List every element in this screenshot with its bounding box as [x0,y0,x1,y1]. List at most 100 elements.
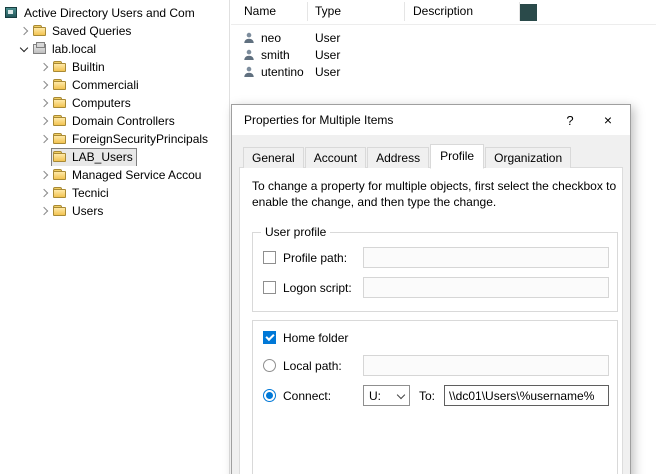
tree-item-label: Tecnici [71,186,109,200]
group-title: User profile [261,225,330,239]
column-header-type[interactable]: Type [315,4,341,18]
chevron-placeholder [36,149,52,165]
tree-item-label: lab.local [51,42,96,56]
chevron-right-icon[interactable] [36,59,52,75]
logon-script-label: Logon script: [283,281,352,295]
connect-path-input[interactable] [444,385,609,406]
tree-item-label: Saved Queries [51,24,131,38]
header-decoration-icon [520,4,537,21]
user-type: User [315,48,340,62]
chevron-right-icon[interactable] [36,113,52,129]
tree-item-foreign-security-principals[interactable]: ForeignSecurityPrincipals [0,130,229,148]
local-path-radio[interactable] [263,359,276,372]
list-header: Name Type Description [231,0,656,25]
chevron-right-icon[interactable] [36,131,52,147]
user-name: smith [261,48,290,62]
folder-icon [52,95,68,111]
connect-label: Connect: [283,389,331,403]
tab-account[interactable]: Account [305,147,366,168]
close-button[interactable]: × [590,105,626,135]
column-header-description[interactable]: Description [413,4,473,18]
logon-script-checkbox[interactable] [263,281,276,294]
chevron-right-icon[interactable] [36,185,52,201]
list-item-smith[interactable]: smith User [231,47,656,64]
folder-icon [52,149,68,165]
home-folder-label: Home folder [283,331,348,345]
connect-row: Connect: U: To: [253,385,617,407]
tree-item-managed-service-accounts[interactable]: Managed Service Accou [0,166,229,184]
list-item-neo[interactable]: neo User [231,30,656,47]
chevron-right-icon[interactable] [16,23,32,39]
user-icon [243,32,255,47]
tree-item-computers[interactable]: Computers [0,94,229,112]
profile-path-row: Profile path: [253,247,617,269]
chevron-right-icon[interactable] [36,203,52,219]
column-separator[interactable] [307,2,308,21]
home-folder-row: Home folder [253,327,617,349]
tree-item-root[interactable]: Active Directory Users and Com [0,4,229,22]
connect-radio[interactable] [263,389,276,402]
folder-icon [52,203,68,219]
tree-item-builtin[interactable]: Builtin [0,58,229,76]
tree-item-label: Builtin [71,60,105,74]
chevron-down-icon[interactable] [16,41,32,57]
home-folder-checkbox[interactable] [263,331,276,344]
tree-item-lab-local[interactable]: lab.local [0,40,229,58]
tab-description: To change a property for multiple object… [252,178,630,210]
home-folder-group: Home folder Local path: Connect: U: To: [252,320,618,474]
chevron-right-icon[interactable] [36,167,52,183]
chevron-right-icon[interactable] [36,95,52,111]
selected-tree-item[interactable]: LAB_Users [52,149,136,166]
tree-item-commerciali[interactable]: Commerciali [0,76,229,94]
local-path-label: Local path: [283,359,342,373]
list-item-utentino[interactable]: utentino User [231,64,656,81]
tree-item-lab-users[interactable]: LAB_Users [0,148,229,166]
domain-icon [32,41,48,57]
to-label: To: [419,389,435,403]
profile-path-label: Profile path: [283,251,347,265]
tree-item-saved-queries[interactable]: Saved Queries [0,22,229,40]
tab-organization[interactable]: Organization [485,147,571,168]
object-list: Name Type Description neo User smith Use… [231,0,656,104]
folder-icon [52,77,68,93]
tree-item-label: Users [71,204,103,218]
dialog-title: Properties for Multiple Items [244,113,393,127]
folder-icon [52,113,68,129]
user-type: User [315,31,340,45]
folder-icon [32,23,48,39]
console-tree: Active Directory Users and Com Saved Que… [0,0,230,474]
chevron-down-icon [397,391,405,399]
user-name: neo [261,31,281,45]
tree-item-users[interactable]: Users [0,202,229,220]
user-type: User [315,65,340,79]
profile-path-checkbox[interactable] [263,251,276,264]
aduc-window: Active Directory Users and Com Saved Que… [0,0,656,474]
tab-general[interactable]: General [243,147,304,168]
logon-script-input [363,277,609,298]
user-profile-group: User profile Profile path: Logon script: [252,232,618,312]
logon-script-row: Logon script: [253,277,617,299]
tree-item-label: ForeignSecurityPrincipals [71,132,208,146]
folder-icon [52,131,68,147]
folder-icon [52,59,68,75]
help-button[interactable]: ? [552,105,588,135]
user-icon [243,49,255,64]
column-separator[interactable] [404,2,405,21]
tree-item-label: Commerciali [71,78,139,92]
local-path-input [363,355,609,376]
chevron-right-icon[interactable] [36,77,52,93]
tree-item-label: Active Directory Users and Com [23,6,195,20]
tree-item-domain-controllers[interactable]: Domain Controllers [0,112,229,130]
profile-tab-page: To change a property for multiple object… [239,167,623,474]
dialog-title-bar[interactable]: Properties for Multiple Items ? × [232,105,630,135]
tab-address[interactable]: Address [367,147,429,168]
column-header-name[interactable]: Name [244,4,276,18]
folder-icon [52,185,68,201]
drive-letter-select[interactable]: U: [363,385,410,406]
tree-item-label: Domain Controllers [71,114,175,128]
local-path-row: Local path: [253,355,617,377]
tree-item-tecnici[interactable]: Tecnici [0,184,229,202]
profile-path-input [363,247,609,268]
tab-profile[interactable]: Profile [430,144,484,169]
tree-item-label: Computers [71,96,131,110]
